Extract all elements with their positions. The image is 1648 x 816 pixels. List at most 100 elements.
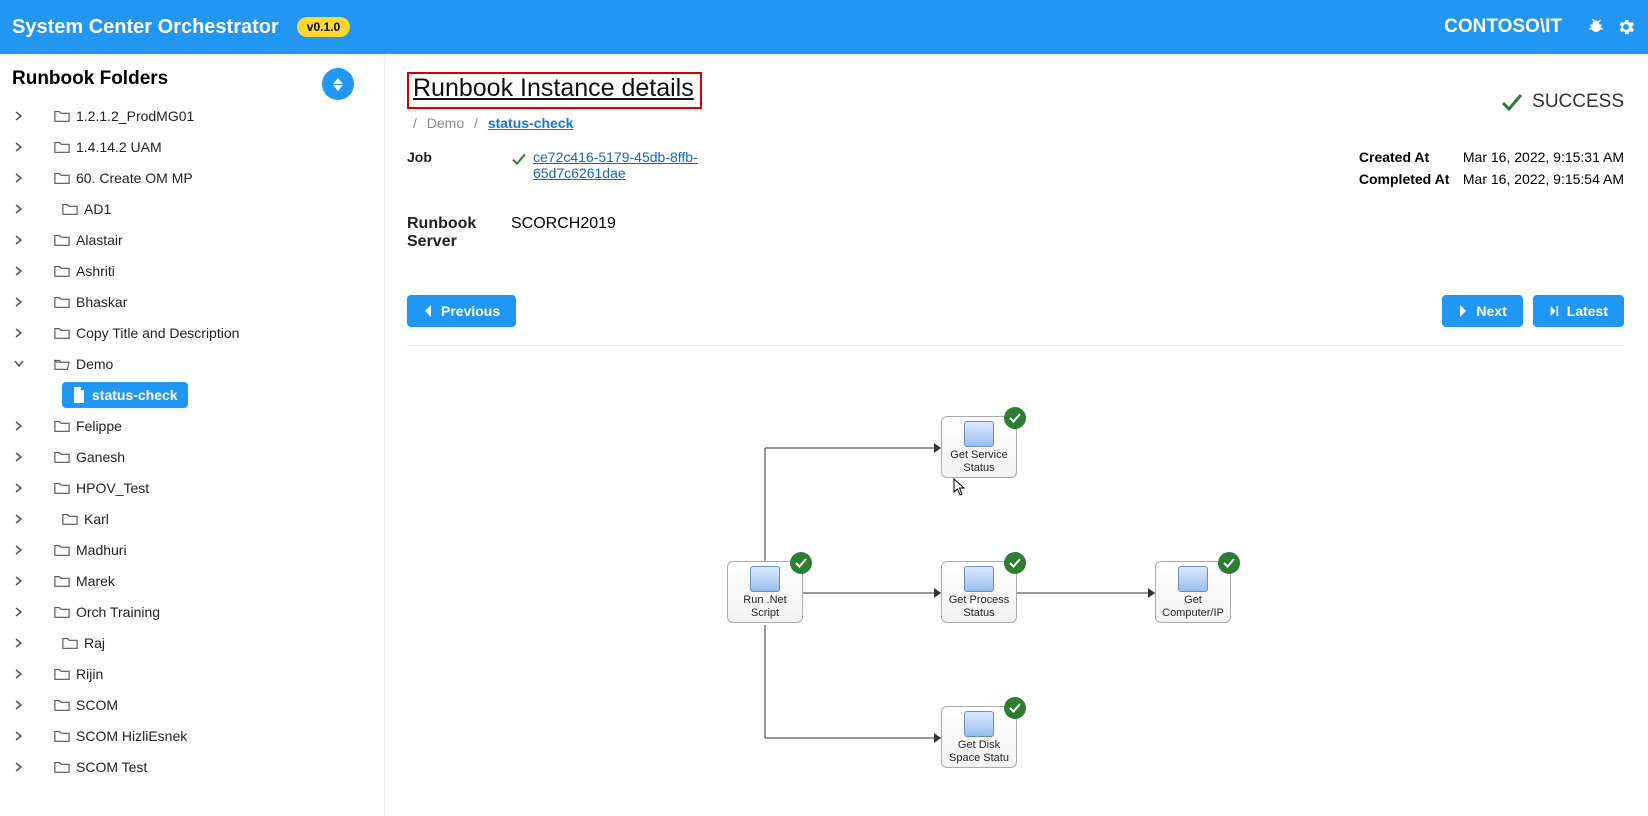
success-badge-icon (1004, 552, 1026, 574)
folder-item[interactable]: 1.2.1.2_ProdMG01 (10, 100, 364, 131)
node-label: Get Disk Space Statu (944, 739, 1014, 764)
folder-item[interactable]: Ashriti (10, 255, 364, 286)
status-text: SUCCESS (1532, 91, 1624, 113)
chevron-right-icon[interactable] (12, 452, 26, 462)
success-badge-icon (1218, 552, 1240, 574)
sidebar-title: Runbook Folders (12, 68, 364, 90)
chevron-right-icon[interactable] (12, 545, 26, 555)
folder-item[interactable]: 1.4.14.2 UAM (10, 131, 364, 162)
folder-icon (54, 326, 70, 340)
folder-label: 1.2.1.2_ProdMG01 (76, 108, 194, 124)
chevron-right-icon[interactable] (12, 483, 26, 493)
skip-end-icon (1549, 305, 1559, 317)
folder-label: Marek (76, 573, 115, 589)
node-label: Get Process Status (944, 594, 1014, 619)
folder-label: Orch Training (76, 604, 160, 620)
folder-item[interactable]: Madhuri (10, 534, 364, 565)
chevron-right-icon[interactable] (12, 266, 26, 276)
previous-button[interactable]: Previous (407, 295, 516, 327)
folder-icon (54, 233, 70, 247)
chevron-right-icon[interactable] (12, 421, 26, 431)
chevron-right-icon[interactable] (12, 762, 26, 772)
completed-value: Mar 16, 2022, 9:15:54 AM (1463, 171, 1624, 187)
folder-item[interactable]: SCOM HizliEsnek (10, 720, 364, 751)
chevron-right-icon[interactable] (12, 142, 26, 152)
user-label: CONTOSO\IT (1444, 16, 1562, 38)
chevron-right-icon[interactable] (12, 235, 26, 245)
chevron-right-icon[interactable] (12, 111, 26, 121)
workflow-node-get-service-status[interactable]: Get Service Status (941, 416, 1017, 478)
folder-icon (54, 729, 70, 743)
folder-item[interactable]: 60. Create OM MP (10, 162, 364, 193)
folder-item[interactable]: Rijin (10, 658, 364, 689)
app-title: System Center Orchestrator (12, 16, 279, 39)
folder-item[interactable]: Alastair (10, 224, 364, 255)
folder-label: Alastair (76, 232, 123, 248)
activity-icon (964, 711, 994, 737)
folder-label: SCOM HizliEsnek (76, 728, 187, 744)
activity-icon (1178, 566, 1208, 592)
latest-button[interactable]: Latest (1533, 295, 1624, 327)
folder-item[interactable]: Ganesh (10, 441, 364, 472)
chevron-down-icon[interactable] (12, 360, 26, 368)
caret-left-icon (423, 305, 433, 317)
folder-label: Karl (84, 511, 109, 527)
runbook-file-active[interactable]: status-check (62, 379, 364, 410)
chevron-right-icon[interactable] (12, 173, 26, 183)
folder-item[interactable]: Copy Title and Description (10, 317, 364, 348)
job-id-link[interactable]: ce72c416-5179-45db-8ffb-65d7c6261dae (533, 149, 771, 181)
folder-label: Madhuri (76, 542, 127, 558)
folder-label: Ganesh (76, 449, 125, 465)
check-icon (1500, 90, 1524, 114)
activity-icon (964, 421, 994, 447)
bug-icon[interactable] (1586, 17, 1606, 37)
success-badge-icon (790, 552, 812, 574)
server-value: SCORCH2019 (511, 215, 616, 251)
folder-icon (54, 264, 70, 278)
folder-icon (54, 543, 70, 557)
next-button[interactable]: Next (1442, 295, 1522, 327)
folder-item[interactable]: Raj (10, 627, 364, 658)
version-badge: v0.1.0 (297, 17, 350, 37)
folder-label: 1.4.14.2 UAM (76, 139, 162, 155)
chevron-right-icon[interactable] (12, 669, 26, 679)
chevron-right-icon[interactable] (12, 297, 26, 307)
chevron-right-icon[interactable] (12, 607, 26, 617)
workflow-node-get-process-status[interactable]: Get Process Status (941, 561, 1017, 623)
created-label: Created At (1359, 149, 1463, 165)
breadcrumb-current[interactable]: status-check (488, 115, 574, 131)
folder-item[interactable]: Marek (10, 565, 364, 596)
sidebar: Runbook Folders 1.2.1.2_ProdMG01 1.4.14.2… (0, 54, 385, 816)
completed-label: Completed At (1359, 171, 1463, 187)
workflow-node-run-net-script[interactable]: Run .Net Script (727, 561, 803, 623)
chevron-right-icon[interactable] (12, 638, 26, 648)
chevron-right-icon[interactable] (12, 514, 26, 524)
workflow-node-get-disk-space[interactable]: Get Disk Space Statu (941, 706, 1017, 768)
folder-item[interactable]: Karl (10, 503, 364, 534)
page-title-highlight: Runbook Instance details (407, 72, 702, 109)
chevron-right-icon[interactable] (12, 576, 26, 586)
folder-icon (54, 419, 70, 433)
workflow-node-get-computer-ip[interactable]: Get Computer/IP (1155, 561, 1231, 623)
chevron-right-icon[interactable] (12, 700, 26, 710)
folder-item[interactable]: SCOM (10, 689, 364, 720)
folder-item[interactable]: Orch Training (10, 596, 364, 627)
breadcrumb-parent[interactable]: Demo (427, 115, 464, 131)
folder-item[interactable]: AD1 (10, 193, 364, 224)
folder-icon (54, 481, 70, 495)
app-header: System Center Orchestrator v0.1.0 CONTOS… (0, 0, 1648, 54)
folder-icon (62, 636, 78, 650)
folder-item[interactable]: HPOV_Test (10, 472, 364, 503)
chevron-right-icon[interactable] (12, 731, 26, 741)
folder-item[interactable]: Bhaskar (10, 286, 364, 317)
folder-item[interactable]: Demo (10, 348, 364, 379)
file-icon (72, 387, 86, 403)
folder-item[interactable]: SCOM Test (10, 751, 364, 782)
gear-icon[interactable] (1616, 17, 1636, 37)
status-indicator: SUCCESS (1500, 72, 1624, 131)
chevron-right-icon[interactable] (12, 328, 26, 338)
folder-item[interactable]: Felippe (10, 410, 364, 441)
folder-label: Rijin (76, 666, 103, 682)
sidebar-collapse-button[interactable] (322, 68, 354, 100)
chevron-right-icon[interactable] (12, 204, 26, 214)
